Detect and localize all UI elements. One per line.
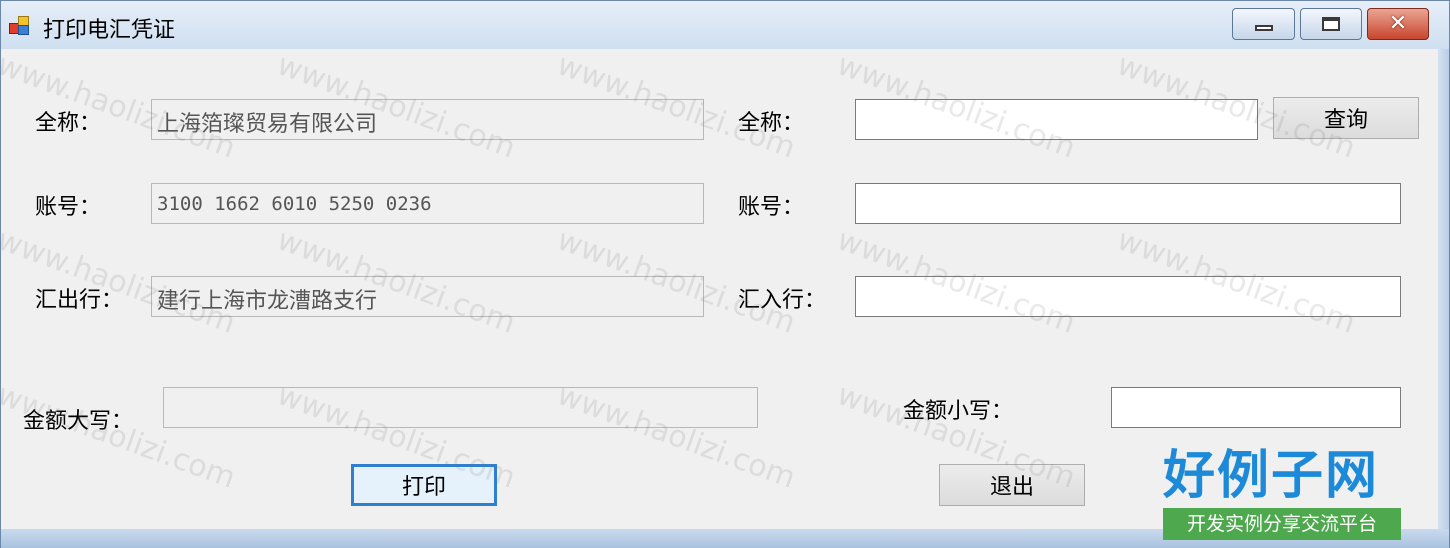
- minimize-button[interactable]: [1232, 8, 1295, 40]
- close-button[interactable]: ✕: [1367, 8, 1429, 40]
- maximize-button[interactable]: [1300, 8, 1362, 40]
- amount-lowercase-input[interactable]: [1111, 387, 1401, 428]
- payee-name-label: 全称：: [738, 111, 805, 136]
- title-bar[interactable]: 打印电汇凭证 ✕: [1, 1, 1449, 49]
- maximize-icon: [1322, 17, 1340, 31]
- logo-title: 好例子网: [1163, 445, 1380, 506]
- app-icon: [9, 15, 29, 35]
- window-title: 打印电汇凭证: [43, 18, 176, 43]
- logo-subtitle: 开发实例分享交流平台: [1163, 508, 1401, 540]
- query-button[interactable]: 查询: [1273, 97, 1419, 139]
- payer-account-field[interactable]: 3100 1662 6010 5250 0236: [151, 183, 704, 224]
- amount-lowercase-label: 金额小写：: [903, 399, 1014, 424]
- remitting-bank-label: 汇出行：: [35, 288, 124, 313]
- close-icon: ✕: [1388, 11, 1408, 36]
- window-right-frame: [1438, 49, 1449, 529]
- site-logo: 好例子网 开发实例分享交流平台: [1163, 446, 1403, 541]
- exit-button[interactable]: 退出: [939, 464, 1085, 506]
- minimize-icon: [1254, 25, 1273, 31]
- payer-name-label: 全称：: [35, 111, 102, 136]
- receiving-bank-label: 汇入行：: [738, 288, 827, 313]
- receiving-bank-input[interactable]: [855, 276, 1401, 317]
- payer-account-label: 账号：: [35, 195, 102, 220]
- payee-name-input[interactable]: [855, 99, 1258, 140]
- payer-name-field[interactable]: 上海箔璨贸易有限公司: [151, 99, 704, 140]
- amount-uppercase-field[interactable]: [163, 387, 758, 428]
- payee-account-label: 账号：: [738, 195, 805, 220]
- main-window: 打印电汇凭证 ✕ 全称： 上海箔璨贸易有限公司 账号： 3100 1662 60…: [0, 0, 1450, 548]
- amount-uppercase-label: 金额大写：: [23, 409, 134, 434]
- payee-account-input[interactable]: [855, 183, 1401, 224]
- remitting-bank-field[interactable]: 建行上海市龙漕路支行: [151, 276, 704, 317]
- print-button[interactable]: 打印: [351, 464, 497, 506]
